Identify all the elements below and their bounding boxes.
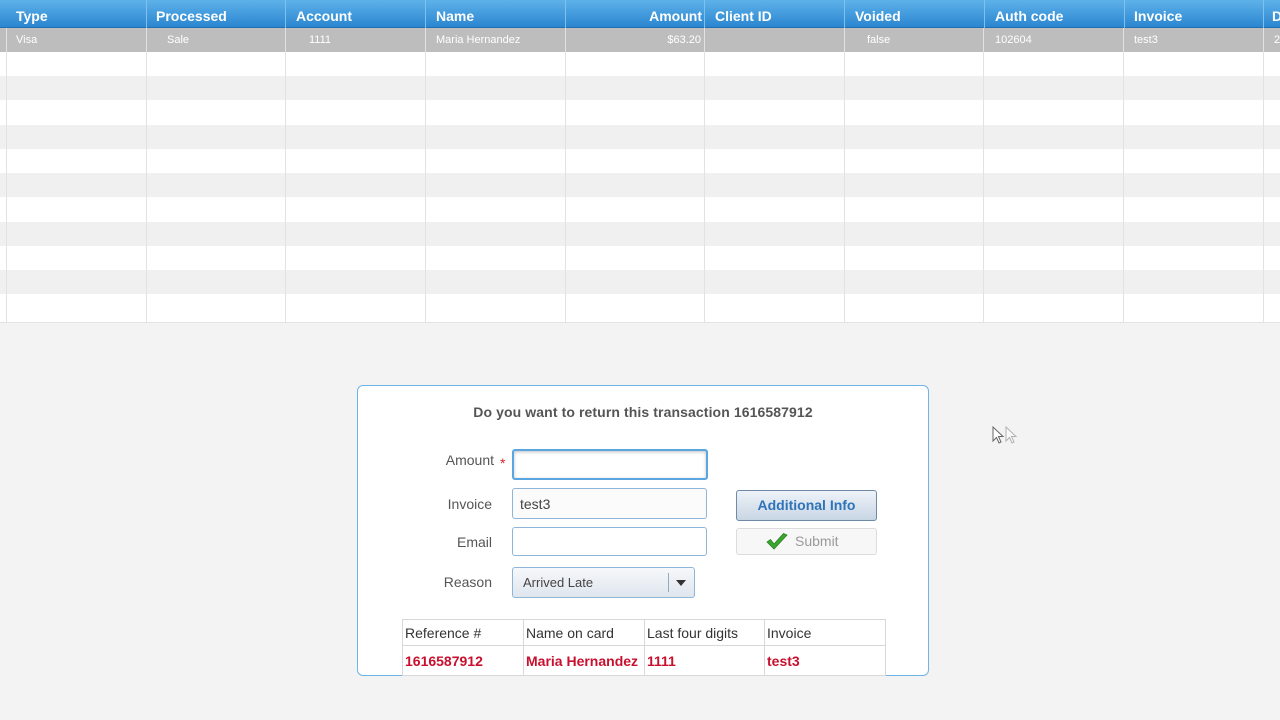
- summary-header-row: Reference # Name on card Last four digit…: [402, 618, 886, 647]
- column-divider: [6, 28, 7, 322]
- cell-type: Visa: [16, 34, 38, 46]
- table-row[interactable]: Visa Sale 1111 Maria Hernandez $63.20 fa…: [0, 28, 1280, 53]
- cell-invoice: test3: [1134, 34, 1158, 46]
- summary-header-reference: Reference #: [402, 618, 524, 647]
- summary-invoice: test3: [764, 645, 886, 676]
- empty-row: [0, 222, 1280, 247]
- summary-header-invoice: Invoice: [764, 618, 886, 647]
- reason-selected-value: Arrived Late: [523, 575, 594, 590]
- amount-input[interactable]: [512, 449, 708, 480]
- column-header-name[interactable]: Name: [420, 0, 566, 28]
- column-divider: [983, 28, 984, 322]
- column-header-amount[interactable]: Amount: [565, 0, 705, 28]
- column-divider: [704, 28, 705, 322]
- column-divider: [146, 28, 147, 322]
- summary-row: 1616587912 Maria Hernandez 1111 test3: [402, 645, 886, 676]
- column-divider: [425, 28, 426, 322]
- empty-row: [0, 270, 1280, 295]
- submit-button[interactable]: Submit: [736, 528, 877, 555]
- summary-reference: 1616587912: [402, 645, 524, 676]
- grid-header: Type Processed Account Name Amount Clien…: [0, 0, 1280, 28]
- summary-header-name-on-card: Name on card: [523, 618, 645, 647]
- empty-row: [0, 125, 1280, 150]
- return-transaction-dialog: Do you want to return this transaction 1…: [357, 385, 929, 676]
- empty-row: [0, 246, 1280, 270]
- transaction-summary-table: Reference # Name on card Last four digit…: [402, 618, 886, 676]
- reason-label: Reason: [443, 574, 492, 590]
- column-divider: [1123, 28, 1124, 322]
- amount-label: Amount: [445, 452, 494, 468]
- empty-row: [0, 295, 1280, 319]
- email-input[interactable]: [512, 527, 707, 556]
- column-divider: [844, 28, 845, 322]
- submit-button-label: Submit: [795, 533, 839, 549]
- empty-row: [0, 101, 1280, 125]
- column-header-auth-code[interactable]: Auth code: [985, 0, 1125, 28]
- empty-row: [0, 52, 1280, 76]
- column-header-d[interactable]: D: [1264, 0, 1280, 28]
- empty-row: [0, 76, 1280, 101]
- cell-auth-code: 102604: [995, 34, 1032, 46]
- summary-header-last-four: Last four digits: [644, 618, 765, 647]
- cell-d: 2: [1274, 34, 1280, 46]
- invoice-label: Invoice: [447, 496, 492, 512]
- column-divider: [565, 28, 566, 322]
- column-header-processed[interactable]: Processed: [140, 0, 286, 28]
- required-marker: *: [500, 455, 506, 471]
- column-divider: [1263, 28, 1264, 322]
- column-header-invoice[interactable]: Invoice: [1124, 0, 1264, 28]
- transactions-grid: Type Processed Account Name Amount Clien…: [0, 0, 1280, 323]
- column-header-type[interactable]: Type: [0, 0, 147, 28]
- mouse-cursor-icon: [992, 426, 1018, 444]
- checkmark-icon: [766, 533, 788, 550]
- dialog-title: Do you want to return this transaction 1…: [473, 404, 813, 420]
- summary-name-on-card: Maria Hernandez: [523, 645, 645, 676]
- column-header-client-id[interactable]: Client ID: [705, 0, 845, 28]
- column-divider: [285, 28, 286, 322]
- cell-processed: Sale: [167, 34, 190, 46]
- cell-account: 1111: [309, 34, 332, 46]
- column-header-account[interactable]: Account: [280, 0, 426, 28]
- email-label: Email: [456, 534, 492, 550]
- cell-voided: false: [867, 34, 891, 46]
- cell-client-id: [705, 28, 844, 52]
- cell-amount: $63.20: [667, 34, 701, 46]
- cell-name: Maria Hernandez: [436, 34, 521, 46]
- reason-select[interactable]: Arrived Late: [512, 567, 695, 598]
- empty-row: [0, 198, 1280, 222]
- select-separator: [668, 573, 669, 592]
- empty-row: [0, 173, 1280, 198]
- column-header-voided[interactable]: Voided: [845, 0, 985, 28]
- chevron-down-icon[interactable]: [676, 580, 686, 586]
- additional-info-button[interactable]: Additional Info: [736, 490, 877, 521]
- empty-row: [0, 149, 1280, 173]
- invoice-input[interactable]: [512, 488, 707, 519]
- summary-last-four: 1111: [644, 645, 765, 676]
